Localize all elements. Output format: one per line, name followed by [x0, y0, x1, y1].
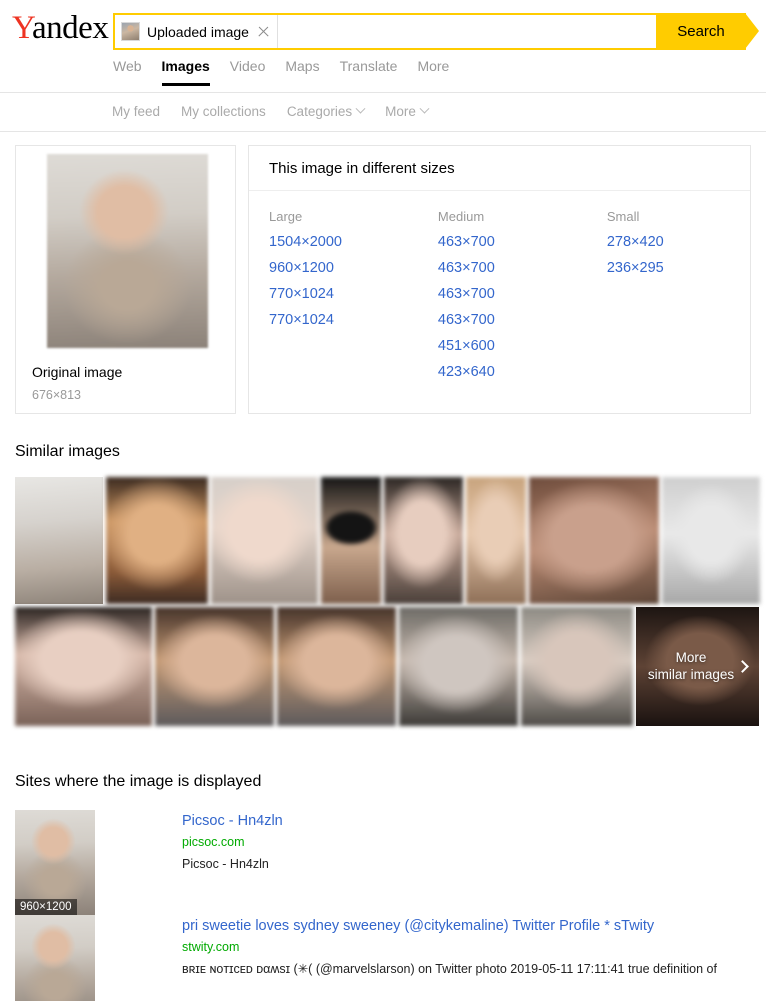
similar-image-tile[interactable]: [521, 607, 633, 726]
similar-image-tile[interactable]: [662, 477, 760, 604]
nav-my-collections-label: My collections: [181, 104, 266, 119]
size-link[interactable]: 451×600: [438, 338, 607, 354]
search-button[interactable]: Search: [656, 13, 746, 50]
site-result-url: picsoc.com: [182, 835, 245, 849]
site-result-row: 960×1200 Picsoc - Hn4zln picsoc.com Pics…: [15, 810, 755, 915]
yandex-logo[interactable]: Yandex: [12, 10, 109, 46]
nav-video[interactable]: Video: [230, 58, 266, 83]
search-button-arrow-icon: [745, 13, 759, 49]
site-result-description: ʙʀɪᴇ ɴᴏᴛɪᴄᴇᴅ ᴅαʍsɪ (✳( (@marvelslarson) …: [182, 962, 717, 976]
original-image-card: Original image 676×813: [15, 145, 236, 414]
site-result-thumbnail[interactable]: 960×1200: [15, 810, 95, 915]
nav-web[interactable]: Web: [113, 58, 142, 83]
similar-images-grid: More similar images: [15, 477, 760, 729]
similar-images-row: [15, 477, 760, 604]
similar-image-tile[interactable]: [106, 477, 208, 604]
site-result-title[interactable]: Picsoc - Hn4zln: [182, 813, 283, 829]
nav-my-feed[interactable]: My feed: [112, 104, 160, 119]
uploaded-image-label: Uploaded image: [147, 23, 249, 40]
site-result-title[interactable]: pri sweetie loves sydney sweeney (@cityk…: [182, 918, 717, 934]
more-label-line1: More: [675, 649, 707, 665]
size-link[interactable]: 463×700: [438, 260, 607, 276]
page-header: Yandex Uploaded image Search Web Images …: [0, 0, 766, 93]
more-similar-images-button[interactable]: More similar images: [636, 607, 759, 726]
site-result-row: pri sweetie loves sydney sweeney (@cityk…: [15, 915, 755, 1001]
uploaded-image-thumbnail-icon: [121, 22, 140, 41]
image-sizes-heading: This image in different sizes: [249, 146, 750, 191]
more-label-line2: similar images: [647, 666, 735, 682]
similar-image-tile[interactable]: [529, 477, 659, 604]
size-link[interactable]: 423×640: [438, 364, 607, 380]
size-link[interactable]: 960×1200: [269, 260, 438, 276]
similar-image-tile[interactable]: [277, 607, 396, 726]
site-result-thumbnail[interactable]: [15, 915, 95, 1001]
chevron-right-icon: [736, 660, 750, 673]
similar-image-tile[interactable]: [211, 477, 318, 604]
uploaded-image-chip[interactable]: Uploaded image: [115, 15, 278, 48]
size-link[interactable]: 770×1024: [269, 286, 438, 302]
site-result-description: Picsoc - Hn4zln: [182, 857, 269, 871]
similar-images-row: More similar images: [15, 607, 759, 726]
more-similar-images-overlay: More similar images: [636, 607, 759, 726]
chevron-down-icon: [419, 103, 430, 114]
primary-navigation: Web Images Video Maps Translate More: [113, 58, 449, 86]
sizes-column-medium: Medium 463×700 463×700 463×700 463×700 4…: [438, 209, 607, 390]
nav-images[interactable]: Images: [161, 58, 210, 86]
sizes-column-medium-label: Medium: [437, 209, 485, 224]
similar-image-tile[interactable]: [384, 477, 463, 604]
similar-image-tile[interactable]: [155, 607, 274, 726]
nav-categories[interactable]: Categories: [286, 103, 366, 119]
size-link[interactable]: 463×700: [438, 286, 607, 302]
size-link[interactable]: 1504×2000: [269, 234, 438, 250]
more-similar-images-label: More similar images: [648, 650, 734, 684]
nav-more-secondary[interactable]: More: [385, 103, 430, 119]
nav-more[interactable]: More: [417, 58, 449, 83]
similar-image-tile[interactable]: [466, 477, 526, 604]
similar-image-tile[interactable]: [15, 607, 152, 726]
size-link[interactable]: 463×700: [438, 312, 607, 328]
nav-translate[interactable]: Translate: [340, 58, 398, 83]
site-result-url: stwity.com: [182, 940, 240, 954]
sizes-column-large: Large 1504×2000 960×1200 770×1024 770×10…: [269, 209, 438, 390]
search-input[interactable]: [277, 15, 656, 48]
sizes-column-small: Small 278×420 236×295: [607, 209, 750, 390]
nav-maps[interactable]: Maps: [285, 58, 319, 83]
secondary-navigation: My feed My collections Categories More: [0, 94, 766, 132]
site-result-body: pri sweetie loves sydney sweeney (@cityk…: [182, 915, 717, 1001]
size-link[interactable]: 463×700: [438, 234, 607, 250]
nav-categories-label: Categories: [286, 104, 353, 119]
nav-more-secondary-label: More: [385, 104, 416, 119]
chevron-down-icon: [355, 103, 366, 114]
similar-image-tile[interactable]: [15, 477, 103, 604]
close-icon[interactable]: [256, 24, 271, 39]
similar-image-tile[interactable]: [399, 607, 518, 726]
original-image-preview[interactable]: [47, 154, 208, 348]
original-image-title: Original image: [32, 364, 123, 380]
search-bar: Uploaded image Search: [113, 13, 759, 50]
similar-image-tile[interactable]: [321, 477, 381, 604]
logo-letter-y: Y: [12, 10, 33, 46]
nav-my-collections[interactable]: My collections: [181, 104, 266, 119]
sites-heading: Sites where the image is displayed: [15, 773, 262, 790]
sizes-column-small-label: Small: [606, 209, 640, 224]
image-dimensions-badge: 960×1200: [15, 899, 77, 915]
image-sizes-card: This image in different sizes Large 1504…: [248, 145, 751, 414]
search-box: Uploaded image: [113, 13, 656, 50]
sizes-column-large-label: Large: [269, 209, 303, 224]
logo-text: andex: [32, 10, 109, 46]
nav-my-feed-label: My feed: [112, 104, 161, 119]
original-image-dimensions: 676×813: [32, 388, 82, 402]
size-link[interactable]: 770×1024: [269, 312, 438, 328]
similar-images-heading: Similar images: [15, 443, 120, 460]
size-link[interactable]: 278×420: [607, 234, 750, 250]
size-link[interactable]: 236×295: [607, 260, 750, 276]
site-result-body: Picsoc - Hn4zln picsoc.com Picsoc - Hn4z…: [182, 810, 283, 915]
